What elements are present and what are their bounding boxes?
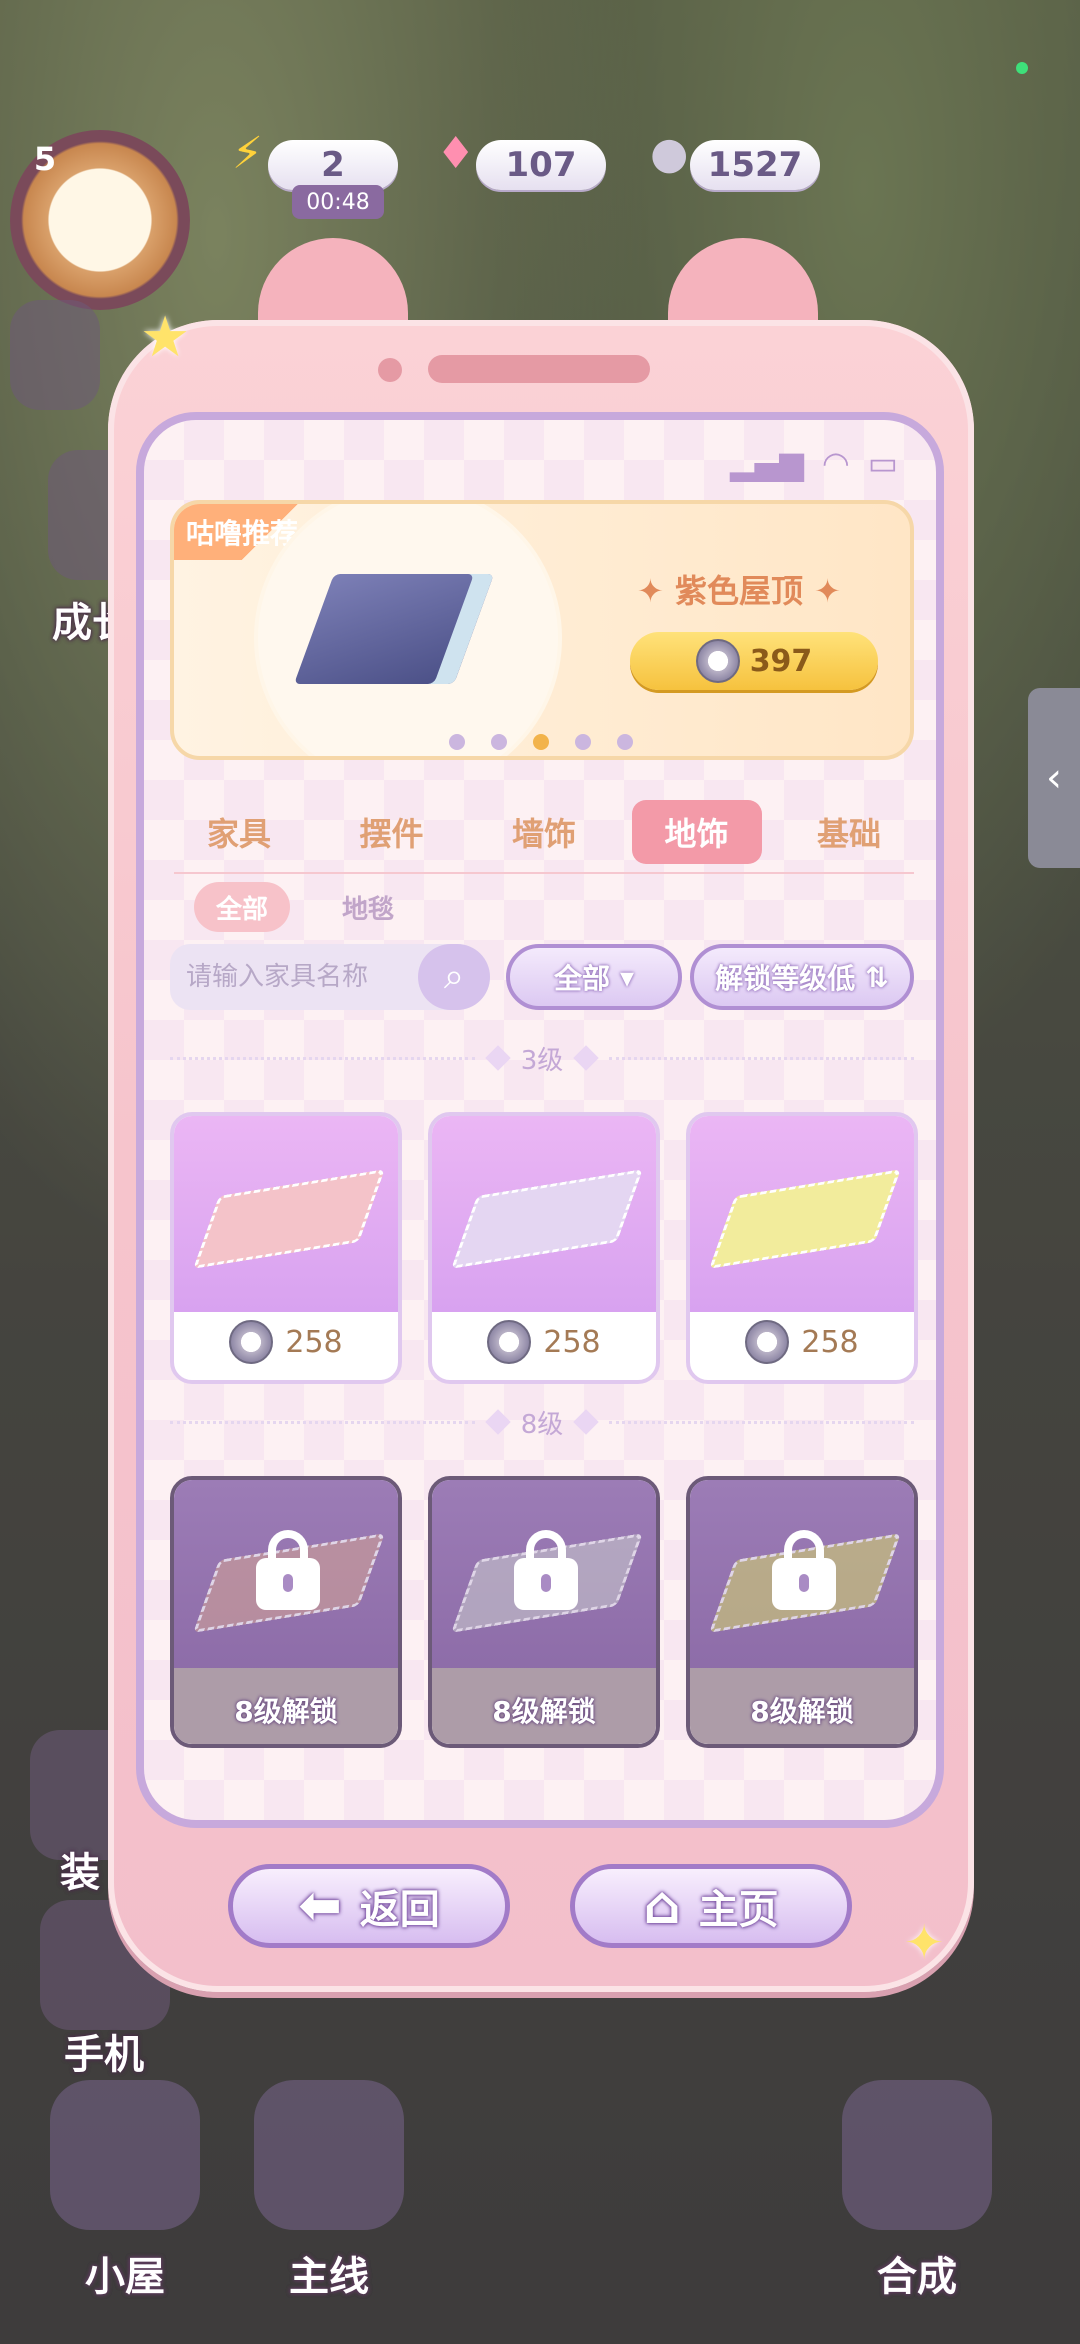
item-image-area bbox=[174, 1480, 398, 1676]
tab-divider bbox=[174, 872, 914, 874]
decorate-label: 装 bbox=[60, 1850, 100, 1896]
home-icon: ⌂ bbox=[643, 1876, 681, 1936]
featured-tag-label: 咕噜推荐 bbox=[186, 517, 299, 550]
item-image-area bbox=[690, 1116, 914, 1312]
item-price-row: 258 bbox=[690, 1312, 914, 1372]
search-input[interactable] bbox=[184, 961, 408, 993]
sort-arrows-icon: ⇅ bbox=[865, 960, 889, 994]
home-label: 主页 bbox=[698, 1887, 779, 1933]
gem-counter[interactable]: 107 bbox=[476, 140, 606, 190]
carousel-dot[interactable] bbox=[491, 734, 507, 750]
carousel-dot[interactable] bbox=[449, 734, 465, 750]
phone-camera bbox=[378, 358, 402, 382]
status-indicator-dot bbox=[1016, 62, 1028, 74]
pink-rug-image bbox=[193, 1169, 385, 1269]
energy-counter[interactable]: 2 bbox=[268, 140, 398, 190]
phone-status-bar: ▂▄▆ ◠ ▭ bbox=[730, 444, 898, 482]
lock-icon bbox=[772, 1530, 836, 1610]
lavender-rug-image bbox=[451, 1169, 643, 1269]
home-button[interactable]: ⌂ 主页 bbox=[570, 1864, 852, 1948]
locked-item-card[interactable]: 8级解锁 bbox=[428, 1476, 660, 1748]
locked-item-card[interactable]: 8级解锁 bbox=[686, 1476, 918, 1748]
unlock-requirement: 8级解锁 bbox=[492, 1695, 596, 1728]
phone-app-label: 手机 bbox=[64, 2032, 144, 2078]
yellow-rug-image bbox=[709, 1169, 901, 1269]
item-image-area bbox=[690, 1480, 914, 1676]
carousel-dot[interactable] bbox=[575, 734, 591, 750]
featured-price: 397 bbox=[749, 643, 813, 679]
search-box: ⌕ bbox=[170, 944, 490, 1010]
featured-item-name: ✦ 紫色屋顶 ✦ bbox=[637, 572, 841, 610]
locked-item-card[interactable]: 8级解锁 bbox=[170, 1476, 402, 1748]
tab-floor-decor[interactable]: 地饰 bbox=[631, 800, 762, 864]
subtab-rugs[interactable]: 地毯 bbox=[320, 882, 416, 932]
level-label: 3级 bbox=[520, 1045, 564, 1076]
star-decoration-icon: ★ bbox=[140, 305, 191, 370]
merge-label: 合成 bbox=[877, 2254, 957, 2300]
featured-item-card[interactable]: 咕噜推荐 ✦ 紫色屋顶 ✦ 397 bbox=[170, 500, 914, 760]
filter-label: 全部 bbox=[553, 962, 610, 995]
sort-button[interactable]: 解锁等级低 ⇅ bbox=[690, 944, 914, 1010]
tab-wall-decor[interactable]: 墙饰 bbox=[479, 800, 609, 864]
tab-basic[interactable]: 基础 bbox=[784, 800, 914, 864]
item-card[interactable]: 258 bbox=[170, 1112, 402, 1384]
item-price: 258 bbox=[801, 1324, 859, 1360]
back-label: 返回 bbox=[359, 1887, 440, 1933]
wifi-icon: ◠ bbox=[821, 444, 850, 482]
item-image-area bbox=[432, 1116, 656, 1312]
unlock-requirement: 8级解锁 bbox=[234, 1695, 338, 1728]
carousel-dot[interactable] bbox=[617, 734, 633, 750]
unlock-requirement: 8级解锁 bbox=[750, 1695, 854, 1728]
tab-ornaments[interactable]: 摆件 bbox=[327, 800, 457, 864]
mail-button[interactable] bbox=[10, 300, 100, 410]
chevron-left-icon[interactable]: ‹ bbox=[1028, 688, 1080, 868]
featured-buy-button[interactable]: 397 bbox=[630, 632, 878, 690]
level-divider: 8级 bbox=[170, 1402, 915, 1442]
signal-icon: ▂▄▆ bbox=[730, 444, 804, 482]
level-label: 8级 bbox=[520, 1409, 564, 1440]
item-card[interactable]: 258 bbox=[428, 1112, 660, 1384]
phone-screen: ▂▄▆ ◠ ▭ 咕噜推荐 ✦ 紫色屋顶 ✦ 397 家具 摆件 墙饰 地饰 基础… bbox=[136, 412, 944, 1828]
coin-counter[interactable]: 1527 bbox=[690, 140, 820, 190]
level-divider: 3级 bbox=[170, 1038, 915, 1078]
main-quest-label: 主线 bbox=[289, 2254, 369, 2300]
item-price-row: 258 bbox=[432, 1312, 656, 1372]
category-tabs: 家具 摆件 墙饰 地饰 基础 bbox=[174, 800, 914, 864]
lock-icon bbox=[256, 1530, 320, 1610]
filter-dropdown[interactable]: 全部 ▾ bbox=[506, 944, 682, 1010]
house-label: 小屋 bbox=[85, 2254, 165, 2300]
lock-icon bbox=[514, 1530, 578, 1610]
item-card[interactable]: 258 bbox=[686, 1112, 918, 1384]
chevron-down-icon: ▾ bbox=[619, 960, 635, 994]
carousel-dot-active[interactable] bbox=[533, 734, 549, 750]
house-button[interactable] bbox=[50, 2080, 200, 2230]
item-price-row: 258 bbox=[174, 1312, 398, 1372]
merge-button[interactable] bbox=[842, 2080, 992, 2230]
paw-coin-icon bbox=[745, 1320, 790, 1364]
phone-speaker bbox=[428, 355, 650, 383]
tab-furniture[interactable]: 家具 bbox=[174, 800, 304, 864]
search-icon[interactable]: ⌕ bbox=[418, 944, 490, 1010]
carousel-dots bbox=[449, 734, 633, 750]
sort-label: 解锁等级低 bbox=[715, 962, 856, 995]
main-quest-button[interactable] bbox=[254, 2080, 404, 2230]
back-button[interactable]: ⬅ 返回 bbox=[228, 1864, 510, 1948]
item-image-area bbox=[174, 1116, 398, 1312]
gem-icon: ♦ bbox=[436, 128, 476, 179]
paw-coin-icon bbox=[229, 1320, 274, 1364]
item-price: 258 bbox=[285, 1324, 343, 1360]
paw-coin-icon bbox=[695, 639, 740, 683]
player-level-badge: 5 bbox=[33, 140, 57, 178]
paw-coin-icon: ● bbox=[650, 128, 689, 179]
item-image-area bbox=[432, 1480, 656, 1676]
paw-coin-icon bbox=[487, 1320, 532, 1364]
battery-icon: ▭ bbox=[867, 444, 898, 482]
star-decoration-icon: ✦ bbox=[904, 1915, 945, 1971]
energy-bolt-icon: ⚡ bbox=[232, 128, 263, 179]
item-price: 258 bbox=[543, 1324, 601, 1360]
energy-timer: 00:48 bbox=[292, 185, 384, 219]
subtab-all[interactable]: 全部 bbox=[194, 882, 291, 932]
arrow-left-icon: ⬅ bbox=[298, 1876, 342, 1936]
subcategory-tabs: 全部 地毯 bbox=[194, 882, 416, 932]
